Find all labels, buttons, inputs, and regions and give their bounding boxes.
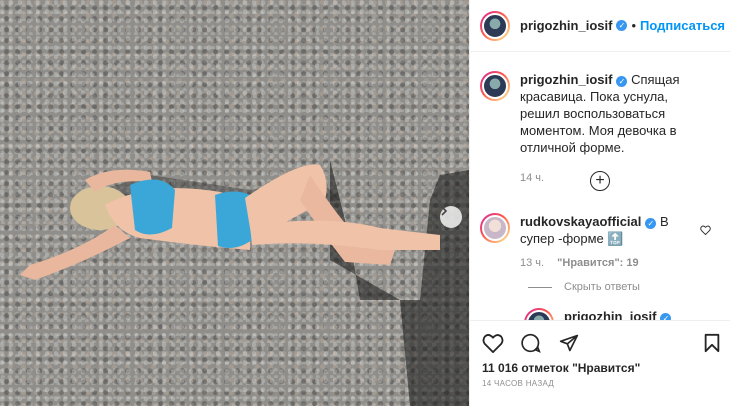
next-photo-button[interactable] (440, 206, 462, 228)
comments-panel[interactable]: prigozhin_iosif ✓ Спящая красавица. Пока … (470, 53, 730, 320)
separator-dot: • (631, 18, 637, 33)
comment-username[interactable]: rudkovskayaofficial (520, 214, 641, 229)
post-header: prigozhin_iosif ✓ • Подписаться (470, 0, 730, 52)
add-comment-icon[interactable]: + (590, 171, 610, 191)
author-avatar[interactable] (480, 10, 510, 41)
chevron-right-icon (441, 206, 448, 216)
hide-replies-button[interactable]: Скрыть ответы (528, 281, 640, 293)
share-icon[interactable] (558, 333, 580, 353)
actions-bar: 11 016 отметок "Нравится" 14 ЧАСОВ НАЗАД (470, 320, 730, 406)
reply-avatar[interactable] (524, 308, 554, 320)
caption-username[interactable]: prigozhin_iosif (520, 72, 612, 87)
verified-icon: ✓ (616, 20, 628, 31)
heart-icon[interactable] (482, 333, 504, 353)
post-sidebar: prigozhin_iosif ✓ • Подписаться prigozhi… (469, 0, 730, 406)
caption-time: 14 ч. (520, 172, 545, 184)
comment-item: rudkovskayaofficial ✓ В супер -форме 🔝 13… (480, 213, 700, 272)
bookmark-icon[interactable] (703, 333, 721, 353)
reply-item: prigozhin_iosif ✓ (524, 308, 704, 320)
caption-block: prigozhin_iosif ✓ Спящая красавица. Пока … (480, 71, 700, 187)
verified-icon: ✓ (660, 313, 672, 320)
photo-illustration (20, 160, 469, 406)
commenter-avatar[interactable] (480, 213, 510, 243)
comment-like-button[interactable] (700, 223, 711, 238)
top-emoji: 🔝 (607, 231, 624, 246)
heart-icon (700, 225, 711, 236)
post-timestamp: 14 ЧАСОВ НАЗАД (482, 379, 555, 388)
divider (528, 286, 552, 288)
comment-icon[interactable] (520, 333, 542, 353)
hide-replies-label: Скрыть ответы (564, 281, 640, 293)
reply-username[interactable]: prigozhin_iosif (564, 309, 656, 320)
verified-icon: ✓ (616, 76, 628, 87)
comment-time: 13 ч. (520, 257, 545, 269)
follow-button[interactable]: Подписаться (640, 18, 725, 33)
post-photo[interactable] (0, 0, 469, 406)
caption-avatar[interactable] (480, 71, 510, 101)
comment-likes[interactable]: "Нравится": 19 (557, 257, 638, 269)
like-count[interactable]: 11 016 отметок "Нравится" (482, 361, 640, 375)
author-username[interactable]: prigozhin_iosif (520, 18, 612, 33)
verified-icon: ✓ (645, 218, 657, 229)
